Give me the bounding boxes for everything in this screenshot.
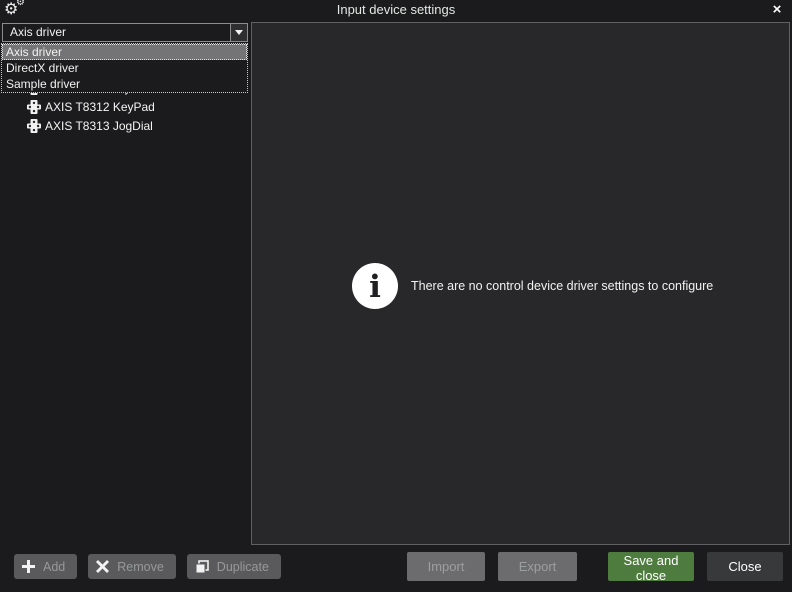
tree-item-label: AXIS T8312 KeyPad	[45, 100, 155, 114]
plus-icon	[22, 560, 35, 573]
duplicate-button[interactable]: Duplicate	[187, 554, 281, 579]
driver-option-directx[interactable]: DirectX driver	[2, 60, 247, 76]
remove-button[interactable]: Remove	[88, 554, 176, 579]
title-bar: ⚙ ⚙ Input device settings ×	[0, 0, 792, 22]
add-button-label: Add	[43, 560, 65, 574]
dpad-icon	[27, 119, 41, 133]
close-button[interactable]: Close	[707, 552, 783, 581]
remove-button-label: Remove	[117, 560, 164, 574]
info-icon: i	[352, 263, 398, 309]
copy-icon	[195, 560, 209, 574]
driver-select[interactable]: Axis driver	[2, 23, 248, 42]
tree-item-keypad[interactable]: AXIS T8312 KeyPad	[0, 97, 250, 116]
dpad-icon	[27, 100, 41, 114]
tree-toolbar: Add Remove Duplicate	[14, 554, 281, 579]
export-button[interactable]: Export	[498, 552, 577, 581]
driver-option-sample[interactable]: Sample driver	[2, 76, 247, 92]
tree-item-label: AXIS T8313 JogDial	[45, 119, 153, 133]
info-message-row: i There are no control device driver set…	[352, 263, 713, 309]
window-close-icon[interactable]: ×	[769, 0, 785, 20]
chevron-down-icon	[235, 30, 243, 35]
window-title: Input device settings	[0, 0, 792, 22]
driver-select-popup: Axis driver DirectX driver Sample driver	[1, 43, 248, 93]
driver-select-dropdown-button[interactable]	[230, 24, 247, 41]
duplicate-button-label: Duplicate	[217, 560, 269, 574]
tree-item-jogdial[interactable]: AXIS T8313 JogDial	[0, 116, 250, 135]
add-button[interactable]: Add	[14, 554, 77, 579]
save-and-close-button[interactable]: Save and close	[608, 552, 694, 581]
x-icon	[96, 560, 109, 573]
import-button[interactable]: Import	[407, 552, 485, 581]
info-message: There are no control device driver setti…	[411, 279, 713, 293]
driver-select-value: Axis driver	[10, 24, 66, 41]
driver-option-axis[interactable]: Axis driver	[2, 44, 247, 60]
driver-settings-panel: i There are no control device driver set…	[251, 22, 790, 545]
